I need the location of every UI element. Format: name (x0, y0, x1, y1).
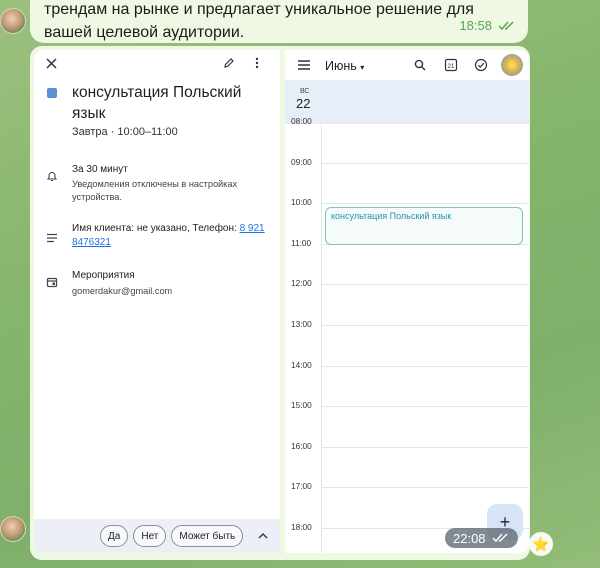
event-datetime: Завтра · 10:00–11:00 (72, 126, 178, 138)
hour-gridline (321, 162, 529, 164)
calendar-name: Мероприятия (72, 270, 135, 281)
menu-icon[interactable] (297, 59, 311, 71)
hour-label: 09:00 (291, 156, 312, 167)
calendar-event-block[interactable]: консультация Польский язык (325, 207, 523, 246)
search-icon[interactable] (413, 58, 427, 72)
event-title: консультация Польский язык (72, 84, 242, 122)
hour-label: 18:00 (291, 522, 312, 532)
hour-gridline (321, 122, 529, 123)
hour-label: 16:00 (291, 440, 312, 451)
double-check-icon (498, 20, 514, 30)
hour-gridline (321, 487, 529, 489)
hour-row: 09:00 (285, 157, 529, 167)
hour-gridline (321, 325, 529, 326)
hour-label: 11:00 (291, 237, 312, 248)
chevron-up-icon[interactable] (256, 529, 270, 543)
hour-gridline (321, 406, 529, 408)
event-color-indicator (47, 88, 57, 98)
event-description: Имя клиента: не указано, Телефон: 8 921 … (72, 222, 272, 250)
notes-icon (46, 230, 58, 248)
hour-label: 12:00 (291, 278, 312, 289)
hour-label: 17:00 (291, 481, 312, 492)
hour-row: 08:00 (285, 116, 529, 126)
calendar-icon (46, 275, 58, 293)
star-icon: ⭐ (532, 535, 550, 552)
dropdown-arrow-icon: ▾ (360, 63, 365, 72)
hour-label: 15:00 (291, 400, 312, 411)
hour-gridline (321, 203, 529, 205)
star-reaction[interactable]: ⭐ (529, 532, 553, 556)
event-details-panel: консультация Польский язык Завтра · 10:0… (34, 50, 280, 553)
hour-row: 10:00 (285, 197, 529, 207)
rsvp-bar: Да Нет Может быть (34, 519, 280, 553)
message-time: 18:58 (459, 18, 492, 33)
hour-grid[interactable]: 08:00 09:00 10:00 11:00 12:00 13:00 14:00 15:00… (285, 116, 529, 553)
edit-pencil-icon[interactable] (222, 56, 236, 70)
svg-text:21: 21 (448, 64, 455, 70)
message-text: трендам на рынке и предлагает уникальное… (44, 1, 474, 41)
description-text: Имя клиента: не указано, Телефон: (72, 223, 240, 234)
reminder-text: За 30 минут (72, 164, 128, 175)
hour-row: 13:00 (285, 319, 529, 329)
hour-label: 13:00 (291, 319, 312, 329)
bell-icon (46, 169, 58, 187)
hour-gridline (321, 365, 529, 367)
day-header: ВС 22 (285, 80, 529, 124)
grid-divider (321, 124, 322, 553)
hour-row: 12:00 (285, 278, 529, 288)
rsvp-yes-button[interactable]: Да (100, 525, 129, 547)
calendar-event-title: консультация Польский язык (331, 211, 452, 222)
rsvp-no-button[interactable]: Нет (133, 525, 167, 547)
screenshot-time: 22:08 (453, 530, 486, 546)
reminder-note: Уведомления отключены в настройках устро… (72, 179, 238, 202)
rsvp-maybe-button[interactable]: Может быть (171, 525, 244, 547)
event-toolbar (34, 50, 280, 78)
hour-row: 14:00 (285, 360, 529, 370)
hour-label: 14:00 (291, 359, 312, 370)
month-selector[interactable]: Июнь ▾ (325, 59, 364, 73)
screenshot-timestamp: 22:08 (445, 528, 518, 548)
day-name: ВС (300, 88, 310, 95)
today-calendar-icon[interactable]: 21 (443, 57, 459, 73)
more-vert-icon[interactable] (252, 56, 262, 70)
hour-row: 17:00 (285, 481, 529, 491)
hour-label: 08:00 (291, 116, 312, 126)
calendar-email: gomerdakur@gmail.com (72, 286, 173, 296)
double-check-icon (492, 533, 508, 543)
calendar-toolbar: Июнь ▾ 21 (285, 50, 529, 80)
message-bubble: трендам на рынке и предлагает уникальное… (30, 0, 528, 43)
sender-avatar[interactable] (0, 516, 26, 542)
hour-gridline (321, 446, 529, 448)
close-icon[interactable] (44, 56, 58, 70)
day-number[interactable]: 22 (296, 96, 310, 111)
tasks-check-icon[interactable] (473, 57, 489, 73)
hour-row: 16:00 (285, 441, 529, 451)
month-label: Июнь (325, 59, 357, 73)
calendar-day-panel: Июнь ▾ 21 ВС 22 08:00 09:00 10:00 11:00 12:0… (285, 50, 529, 553)
hour-gridline (321, 284, 529, 286)
message-meta: 18:58 (459, 14, 516, 37)
sender-avatar[interactable] (0, 8, 26, 34)
account-avatar[interactable] (501, 54, 523, 76)
hour-row: 15:00 (285, 400, 529, 410)
hour-label: 10:00 (291, 197, 312, 208)
